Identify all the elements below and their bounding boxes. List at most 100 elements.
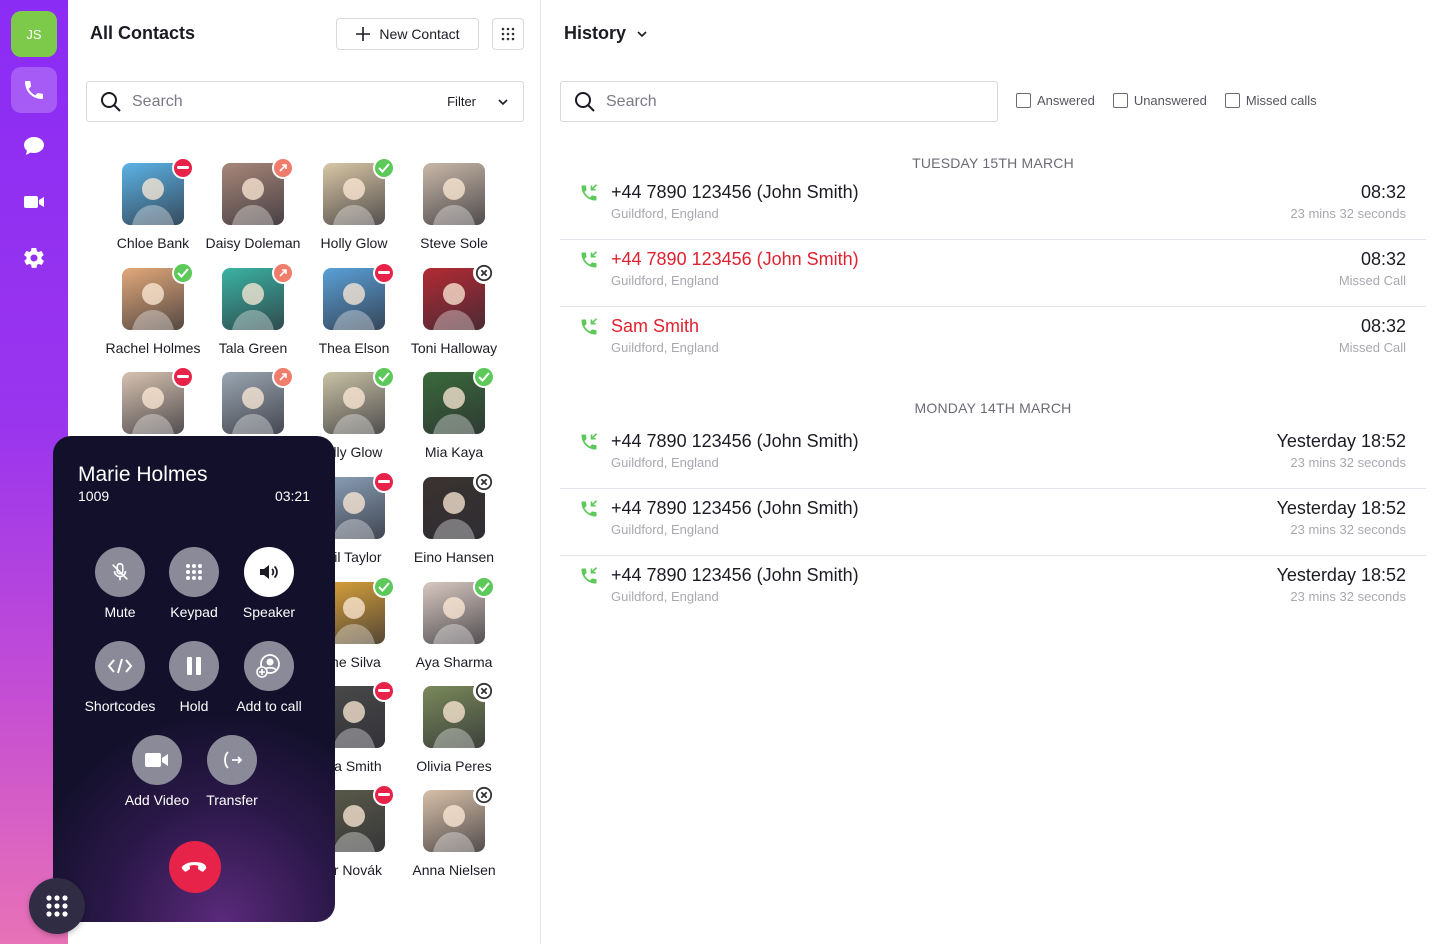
- keypad-button[interactable]: Keypad: [154, 547, 234, 620]
- dialpad-icon: [46, 895, 68, 917]
- mic-off-icon: [112, 562, 128, 581]
- transfer-button[interactable]: Transfer: [192, 735, 272, 808]
- contact-card[interactable]: Olivia Peres: [404, 680, 504, 786]
- contact-card[interactable]: Mia Kaya: [404, 366, 504, 472]
- call-row[interactable]: +44 7890 123456 (John Smith) Guildford, …: [560, 173, 1426, 240]
- filter-label: Filter: [447, 94, 476, 109]
- contact-card[interactable]: Tala Green: [203, 262, 303, 368]
- hang-up-button[interactable]: [169, 841, 221, 893]
- speaker-label: Speaker: [242, 604, 296, 620]
- away-badge: [272, 366, 294, 388]
- call-timer: 03:21: [274, 488, 310, 504]
- contact-avatar: [423, 163, 485, 225]
- call-location: Guildford, England: [611, 273, 719, 288]
- contact-name: Mia Kaya: [424, 444, 484, 460]
- contact-name: Eino Hansen: [413, 549, 495, 565]
- call-duration: 23 mins 32 seconds: [1290, 522, 1406, 537]
- speaker-button[interactable]: Speaker: [229, 547, 309, 620]
- call-row[interactable]: +44 7890 123456 (John Smith) Guildford, …: [560, 489, 1426, 556]
- contact-name: Steve Sole: [420, 235, 488, 251]
- call-location: Guildford, England: [611, 206, 719, 221]
- away-badge: [272, 262, 294, 284]
- transfer-circle: [207, 735, 257, 785]
- call-row[interactable]: Sam Smith Guildford, England 08:32 Misse…: [560, 307, 1426, 374]
- contact-name: Toni Halloway: [410, 340, 498, 356]
- mute-circle: [95, 547, 145, 597]
- nav-chat-button[interactable]: [11, 123, 57, 169]
- hold-button[interactable]: Hold: [154, 641, 234, 714]
- contacts-search-input[interactable]: Search Filter: [86, 81, 524, 122]
- online-badge: [373, 157, 395, 179]
- search-icon: [575, 91, 595, 112]
- call-time: 08:32: [1360, 182, 1406, 202]
- add-to-call-button[interactable]: Add to call: [229, 641, 309, 714]
- call-time: Yesterday 18:52: [1276, 498, 1406, 518]
- new-contact-button[interactable]: New Contact: [336, 18, 479, 50]
- keypad-label: Keypad: [170, 604, 218, 620]
- pause-icon: [187, 657, 201, 675]
- call-row[interactable]: +44 7890 123456 (John Smith) Guildford, …: [560, 556, 1426, 623]
- nav-video-button[interactable]: [11, 179, 57, 225]
- add-video-button[interactable]: Add Video: [117, 735, 197, 808]
- call-time: Yesterday 18:52: [1276, 431, 1406, 451]
- contact-card[interactable]: Aya Sharma: [404, 576, 504, 682]
- offline-badge: [473, 471, 495, 493]
- search-icon: [101, 91, 121, 112]
- call-answered-icon: [579, 250, 599, 275]
- contact-card[interactable]: Holly Glow: [304, 157, 404, 263]
- contact-card[interactable]: Chloe Bank: [103, 157, 203, 263]
- history-title: History: [564, 23, 627, 43]
- filter-dropdown[interactable]: Filter: [447, 94, 509, 109]
- online-badge: [373, 366, 395, 388]
- shortcodes-button[interactable]: Shortcodes: [80, 641, 160, 714]
- busy-badge: [373, 471, 395, 493]
- call-title: +44 7890 123456 (John Smith): [611, 498, 859, 518]
- add-video-circle: [132, 735, 182, 785]
- contact-name: Anna Nielsen: [412, 862, 496, 878]
- end-call-icon: [181, 862, 207, 872]
- contacts-search-placeholder: Search: [132, 92, 183, 110]
- call-time: Yesterday 18:52: [1276, 565, 1406, 585]
- add-to-call-label: Add to call: [236, 698, 302, 714]
- history-dropdown[interactable]: History: [564, 23, 648, 44]
- contact-card[interactable]: Eino Hansen: [404, 471, 504, 577]
- grid-icon: [501, 27, 515, 41]
- history-search-input[interactable]: Search: [560, 81, 998, 122]
- online-badge: [473, 576, 495, 598]
- keypad-icon: [186, 564, 202, 580]
- nav-settings-button[interactable]: [11, 235, 57, 281]
- offline-badge: [473, 784, 495, 806]
- filter-answered-checkbox[interactable]: Answered: [1016, 93, 1095, 108]
- offline-badge: [473, 680, 495, 702]
- user-avatar[interactable]: JS: [11, 11, 57, 57]
- checkbox-box: [1016, 93, 1031, 108]
- grid-view-button[interactable]: [492, 18, 524, 50]
- call-time: 08:32: [1360, 249, 1406, 269]
- shortcodes-label: Shortcodes: [84, 698, 156, 714]
- call-status: Missed Call: [1338, 273, 1406, 288]
- call-location: Guildford, England: [611, 589, 719, 604]
- call-title: +44 7890 123456 (John Smith): [611, 431, 859, 451]
- contact-card[interactable]: Toni Halloway: [404, 262, 504, 368]
- contact-card[interactable]: Daisy Doleman: [203, 157, 303, 263]
- mute-button[interactable]: Mute: [80, 547, 160, 620]
- checkbox-box: [1112, 93, 1128, 108]
- call-row[interactable]: +44 7890 123456 (John Smith) Guildford, …: [560, 240, 1426, 307]
- call-answered-icon: [579, 183, 599, 208]
- speaker-circle: [244, 547, 294, 597]
- contact-card[interactable]: Anna Nielsen: [404, 784, 504, 890]
- filter-missed-checkbox[interactable]: Missed calls: [1224, 93, 1317, 108]
- nav-phone-button[interactable]: [11, 67, 57, 113]
- dialpad-fab-button[interactable]: [29, 878, 85, 934]
- call-duration: 23 mins 32 seconds: [1290, 206, 1406, 221]
- call-answered-icon: [579, 499, 599, 524]
- caller-extension: 1009: [78, 488, 110, 504]
- call-row[interactable]: +44 7890 123456 (John Smith) Guildford, …: [560, 422, 1426, 489]
- contact-card[interactable]: Steve Sole: [404, 163, 504, 263]
- call-time: 08:32: [1360, 316, 1406, 336]
- contact-card[interactable]: Rachel Holmes: [103, 262, 203, 368]
- filter-unanswered-checkbox[interactable]: Unanswered: [1112, 93, 1207, 108]
- keypad-circle: [169, 547, 219, 597]
- contact-card[interactable]: Thea Elson: [304, 262, 404, 368]
- call-duration: 23 mins 32 seconds: [1290, 455, 1406, 470]
